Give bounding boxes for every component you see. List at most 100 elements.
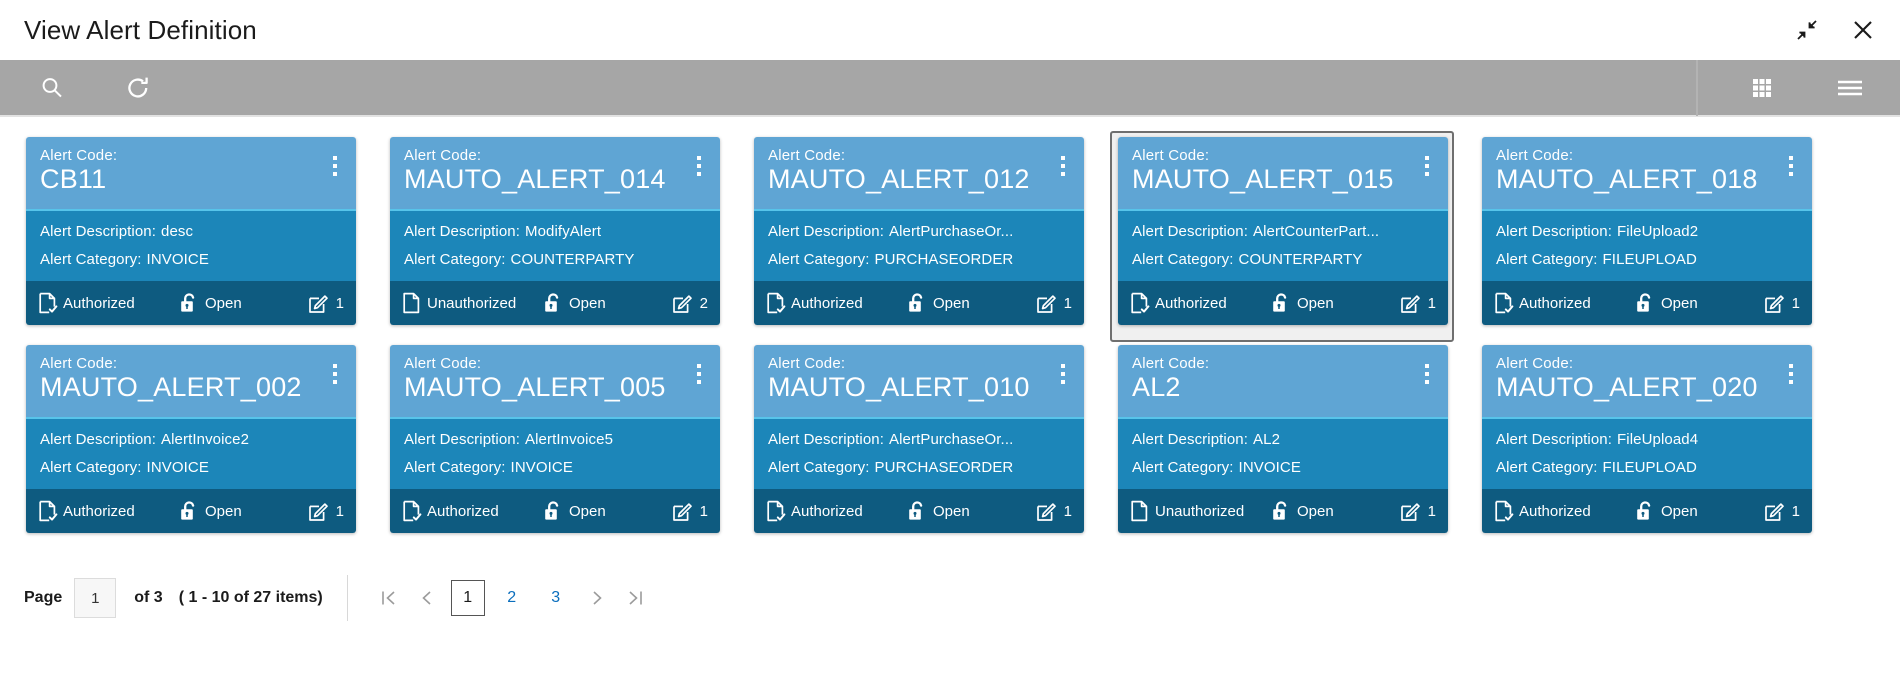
authorization-status-label: Authorized [1155, 294, 1227, 312]
alert-card[interactable]: Alert Code: MAUTO_ALERT_020 Alert Descript… [1482, 345, 1812, 533]
authorization-status[interactable]: Authorized [38, 500, 178, 522]
search-icon[interactable] [28, 66, 76, 110]
version-count: 1 [699, 502, 708, 520]
alert-card-body: Alert Description: AlertPurchaseOr... Aler… [754, 417, 1084, 489]
alert-card-header: Alert Code: MAUTO_ALERT_014 [390, 137, 720, 209]
alert-code-label: Alert Code: [1132, 355, 1210, 372]
authorization-status[interactable]: Authorized [1130, 292, 1270, 314]
alert-card-footer: Authorized Open 1 [754, 489, 1084, 533]
edit-pencil-icon [1764, 501, 1785, 522]
card-overflow-menu-icon[interactable] [1416, 359, 1438, 389]
edit-version[interactable]: 1 [1400, 501, 1436, 522]
authorization-status-label: Authorized [427, 502, 499, 520]
alert-card[interactable]: Alert Code: AL2 Alert Description: AL2 Alert… [1118, 345, 1448, 533]
edit-version[interactable]: 1 [308, 501, 344, 522]
alert-card-header: Alert Code: CB11 [26, 137, 356, 209]
card-overflow-menu-icon[interactable] [1052, 151, 1074, 181]
alert-code-label: Alert Code: [768, 147, 846, 164]
hamburger-menu-icon[interactable] [1826, 66, 1874, 110]
page-number-input[interactable] [74, 578, 117, 618]
record-lock-status[interactable]: Open [1270, 292, 1390, 314]
authorization-status[interactable]: Authorized [1494, 500, 1634, 522]
version-count: 1 [1427, 294, 1436, 312]
edit-pencil-icon [1036, 293, 1057, 314]
card-overflow-menu-icon[interactable] [324, 151, 346, 181]
next-page-icon[interactable] [578, 579, 616, 617]
authorization-status[interactable]: Unauthorized [1130, 500, 1270, 522]
card-overflow-menu-icon[interactable] [324, 359, 346, 389]
authorization-status[interactable]: Authorized [766, 500, 906, 522]
card-overflow-menu-icon[interactable] [688, 151, 710, 181]
card-overflow-menu-icon[interactable] [1780, 359, 1802, 389]
alert-card[interactable]: Alert Code: MAUTO_ALERT_002 Alert Descript… [26, 345, 356, 533]
first-page-icon[interactable] [370, 579, 408, 617]
card-overflow-menu-icon[interactable] [1052, 359, 1074, 389]
authorization-status[interactable]: Authorized [402, 500, 542, 522]
card-overflow-menu-icon[interactable] [1416, 151, 1438, 181]
edit-version[interactable]: 1 [1400, 293, 1436, 314]
collapse-arrows-icon[interactable] [1792, 15, 1822, 45]
refresh-icon[interactable] [114, 66, 162, 110]
record-lock-status[interactable]: Open [906, 292, 1026, 314]
alert-card[interactable]: Alert Code: MAUTO_ALERT_014 Alert Descript… [390, 137, 720, 325]
alert-description-value: AL2 [1253, 431, 1281, 448]
grid-view-icon[interactable] [1738, 66, 1786, 110]
document-check-icon [1494, 500, 1514, 522]
alert-card[interactable]: Alert Code: MAUTO_ALERT_018 Alert Descript… [1482, 137, 1812, 325]
edit-version[interactable]: 1 [1764, 501, 1800, 522]
alert-description-value: AlertInvoice2 [161, 431, 250, 448]
authorization-status[interactable]: Authorized [38, 292, 178, 314]
alert-card[interactable]: Alert Code: CB11 Alert Description: desc Ale… [26, 137, 356, 325]
alert-description-value: FileUpload2 [1617, 223, 1699, 240]
last-page-icon[interactable] [616, 579, 654, 617]
record-lock-status[interactable]: Open [906, 500, 1026, 522]
record-lock-label: Open [933, 294, 970, 312]
alert-code-label: Alert Code: [1496, 147, 1574, 164]
record-lock-status[interactable]: Open [178, 292, 298, 314]
alert-card-grid: Alert Code: CB11 Alert Description: desc Ale… [0, 117, 1900, 621]
edit-version[interactable]: 1 [1036, 293, 1072, 314]
edit-version[interactable]: 2 [672, 293, 708, 314]
record-lock-status[interactable]: Open [542, 292, 662, 314]
document-check-icon [766, 500, 786, 522]
record-lock-status[interactable]: Open [542, 500, 662, 522]
alert-category-value: INVOICE [146, 459, 209, 476]
record-lock-label: Open [569, 502, 606, 520]
card-overflow-menu-icon[interactable] [1780, 151, 1802, 181]
card-row-1: Alert Code: CB11 Alert Description: desc Ale… [16, 131, 1884, 342]
alert-code-value: MAUTO_ALERT_005 [404, 372, 666, 402]
alert-category-label: Alert Category: [1132, 459, 1234, 476]
authorization-status[interactable]: Unauthorized [402, 292, 542, 314]
previous-page-icon[interactable] [408, 579, 446, 617]
card-overflow-menu-icon[interactable] [688, 359, 710, 389]
edit-version[interactable]: 1 [308, 293, 344, 314]
alert-description-value: desc [161, 223, 194, 240]
alert-card[interactable]: Alert Code: MAUTO_ALERT_015 Alert Descript… [1118, 137, 1448, 325]
alert-description-label: Alert Description: [1132, 223, 1249, 240]
alert-description-label: Alert Description: [404, 223, 521, 240]
record-lock-status[interactable]: Open [1634, 500, 1754, 522]
edit-version[interactable]: 1 [1036, 501, 1072, 522]
alert-card-slot: Alert Code: MAUTO_ALERT_015 Alert Descript… [1108, 131, 1472, 342]
alert-card[interactable]: Alert Code: MAUTO_ALERT_012 Alert Descript… [754, 137, 1084, 325]
authorization-status-label: Authorized [1519, 294, 1591, 312]
alert-card[interactable]: Alert Code: MAUTO_ALERT_010 Alert Descript… [754, 345, 1084, 533]
alert-code-value: AL2 [1132, 372, 1181, 402]
edit-version[interactable]: 1 [672, 501, 708, 522]
alert-code-value: MAUTO_ALERT_014 [404, 164, 666, 194]
alert-code-value: MAUTO_ALERT_002 [40, 372, 302, 402]
record-lock-status[interactable]: Open [1634, 292, 1754, 314]
close-icon[interactable] [1848, 15, 1878, 45]
record-lock-status[interactable]: Open [178, 500, 298, 522]
authorization-status[interactable]: Authorized [766, 292, 906, 314]
alert-description-value: AlertPurchaseOr... [889, 223, 1014, 240]
edit-version[interactable]: 1 [1764, 293, 1800, 314]
page-number-list: 123 [446, 580, 578, 616]
record-lock-status[interactable]: Open [1270, 500, 1390, 522]
alert-card[interactable]: Alert Code: MAUTO_ALERT_005 Alert Descript… [390, 345, 720, 533]
page-number-button[interactable]: 2 [495, 580, 529, 616]
page-number-button[interactable]: 3 [539, 580, 573, 616]
version-count: 1 [1791, 294, 1800, 312]
authorization-status[interactable]: Authorized [1494, 292, 1634, 314]
page-number-button[interactable]: 1 [450, 580, 485, 616]
